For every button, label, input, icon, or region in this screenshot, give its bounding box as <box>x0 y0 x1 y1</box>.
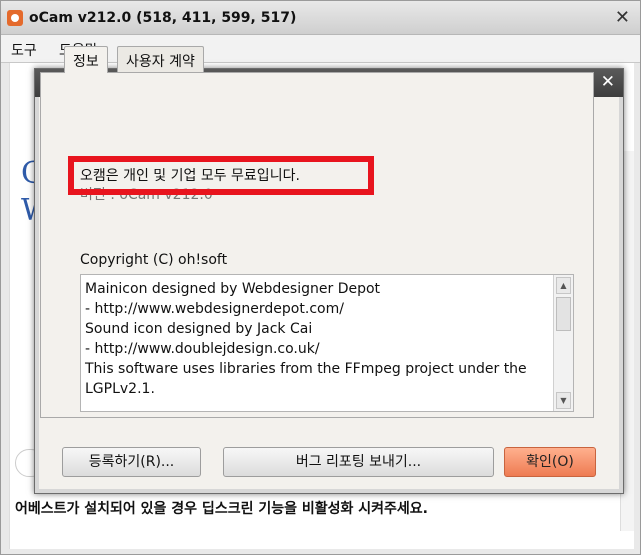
credits-scrollbar[interactable]: ▲ ▼ <box>553 275 573 411</box>
credits-line: This software uses libraries from the FF… <box>85 361 527 397</box>
ocam-titlebar[interactable]: oCam v212.0 (518, 411, 599, 517) ✕ <box>1 1 640 35</box>
credits-textbox[interactable]: Mainicon designed by Webdesigner Depot -… <box>80 274 574 412</box>
credits-line: - http://www.doublejdesign.co.uk/ <box>85 341 320 357</box>
highlight-box <box>68 156 374 195</box>
ocam-window-title: oCam v212.0 (518, 411, 599, 517) <box>29 10 297 26</box>
scroll-thumb[interactable] <box>556 297 571 331</box>
credits-line: Mainicon designed by Webdesigner Depot <box>85 281 381 297</box>
menu-tools[interactable]: 도구 <box>11 40 37 60</box>
credits-line: Sound icon designed by Jack Cai <box>85 321 313 337</box>
close-icon[interactable]: ✕ <box>615 7 630 28</box>
bug-report-button[interactable]: 버그 리포팅 보내기... <box>223 447 494 477</box>
scroll-down-arrow-icon[interactable]: ▼ <box>556 392 571 409</box>
register-button[interactable]: 등록하기(R)... <box>62 447 201 477</box>
dialog-close-icon[interactable]: ✕ <box>601 72 615 92</box>
scroll-up-arrow-icon[interactable]: ▲ <box>556 277 571 294</box>
tab-user-agreement[interactable]: 사용자 계약 <box>117 46 204 72</box>
tab-info[interactable]: 정보 <box>64 46 108 73</box>
ocam-app-icon <box>7 10 23 26</box>
copyright-text: Copyright (C) oh!soft <box>80 252 228 268</box>
credits-line: - http://www.webdesignerdepot.com/ <box>85 301 344 317</box>
avast-notice: 어베스트가 설치되어 있을 경우 딥스크린 기능을 비활성화 시켜주세요. <box>15 501 428 517</box>
credits-text: Mainicon designed by Webdesigner Depot -… <box>85 279 545 399</box>
ok-button[interactable]: 확인(O) <box>504 447 596 477</box>
